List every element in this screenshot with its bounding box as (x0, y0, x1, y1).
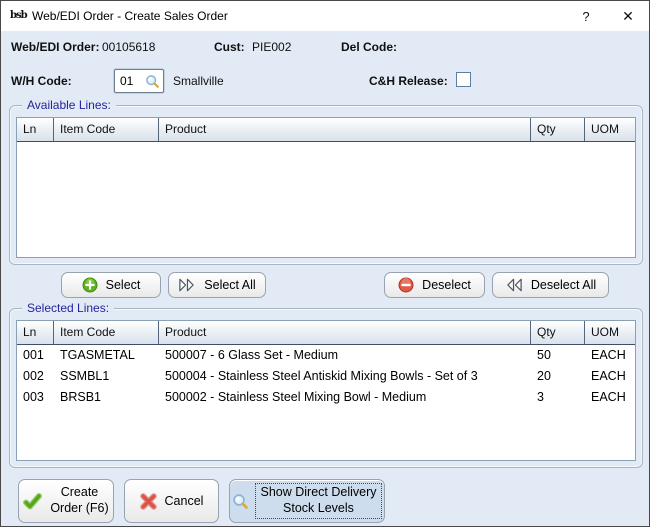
select-all-button[interactable]: Select All (168, 272, 266, 298)
cust-label: Cust: (214, 40, 245, 54)
column-header-qty[interactable]: Qty (531, 321, 585, 344)
column-header-item[interactable]: Item Code (54, 321, 159, 344)
column-header-qty[interactable]: Qty (531, 118, 585, 141)
cell-uom: EACH (585, 345, 635, 366)
cell-ln: 002 (17, 366, 54, 387)
cell-uom: EACH (585, 366, 635, 387)
column-header-ln[interactable]: Ln (17, 321, 54, 344)
table-row[interactable]: 003 BRSB1 500002 - Stainless Steel Mixin… (17, 387, 635, 408)
available-lines-grid: Ln Item Code Product Qty UOM (16, 117, 636, 258)
wh-code-value: 01 (115, 74, 145, 88)
column-header-product[interactable]: Product (159, 321, 531, 344)
column-header-product[interactable]: Product (159, 118, 531, 141)
available-grid-header: Ln Item Code Product Qty UOM (17, 118, 635, 142)
cell-item: SSMBL1 (54, 366, 159, 387)
wh-code-label: W/H Code: (11, 74, 72, 88)
ch-release-checkbox[interactable] (456, 72, 471, 87)
select-all-button-label: Select All (204, 278, 255, 292)
selected-lines-grid: Ln Item Code Product Qty UOM 001 TGASMET… (16, 320, 636, 461)
cell-qty: 20 (531, 366, 585, 387)
available-lines-group: Available Lines: Ln Item Code Product Qt… (9, 105, 643, 265)
deselect-all-button[interactable]: Deselect All (492, 272, 609, 298)
magnifier-icon (232, 493, 249, 510)
table-row[interactable]: 002 SSMBL1 500004 - Stainless Steel Anti… (17, 366, 635, 387)
double-chevron-left-icon (505, 278, 523, 292)
double-chevron-right-icon (178, 278, 196, 292)
deselect-all-button-label: Deselect All (531, 278, 596, 292)
cell-product: 500002 - Stainless Steel Mixing Bowl - M… (159, 387, 531, 408)
cell-ln: 003 (17, 387, 54, 408)
cell-ln: 001 (17, 345, 54, 366)
del-code-label: Del Code: (341, 40, 397, 54)
column-header-ln[interactable]: Ln (17, 118, 54, 141)
cancel-button-label: Cancel (165, 494, 204, 508)
app-icon: bsb (10, 8, 26, 24)
ch-release-label: C&H Release: (369, 74, 448, 88)
order-label: Web/EDI Order: (11, 40, 99, 54)
show-direct-delivery-label: Show Direct DeliveryStock Levels (255, 483, 381, 518)
column-header-item[interactable]: Item Code (54, 118, 159, 141)
cell-item: TGASMETAL (54, 345, 159, 366)
show-direct-delivery-button[interactable]: Show Direct DeliveryStock Levels (229, 479, 385, 523)
available-lines-title: Available Lines: (22, 98, 116, 112)
select-button-label: Select (106, 278, 141, 292)
order-value: 00105618 (102, 40, 155, 54)
select-button[interactable]: Select (61, 272, 161, 298)
warehouse-row: W/H Code: 01 Smallville C&H Release: (1, 69, 649, 95)
selected-lines-title: Selected Lines: (22, 301, 114, 315)
wh-name: Smallville (173, 74, 224, 88)
order-info-strip: Web/EDI Order: 00105618 Cust: PIE002 Del… (1, 34, 649, 60)
window-title: Web/EDI Order - Create Sales Order (32, 9, 228, 23)
table-row[interactable]: 001 TGASMETAL 500007 - 6 Glass Set - Med… (17, 345, 635, 366)
red-x-icon (140, 493, 157, 510)
selected-grid-header: Ln Item Code Product Qty UOM (17, 321, 635, 345)
cell-uom: EACH (585, 387, 635, 408)
cancel-button[interactable]: Cancel (124, 479, 219, 523)
cust-value: PIE002 (252, 40, 291, 54)
help-button[interactable]: ? (565, 1, 607, 31)
checkmark-icon (23, 493, 42, 510)
cell-qty: 50 (531, 345, 585, 366)
cell-product: 500004 - Stainless Steel Antiskid Mixing… (159, 366, 531, 387)
selected-lines-group: Selected Lines: Ln Item Code Product Qty… (9, 308, 643, 468)
lookup-magnifier-icon[interactable] (145, 74, 160, 89)
wh-code-input[interactable]: 01 (114, 69, 164, 93)
deselect-button[interactable]: Deselect (384, 272, 485, 298)
column-header-uom[interactable]: UOM (585, 321, 635, 344)
create-order-button[interactable]: CreateOrder (F6) (18, 479, 114, 523)
close-button[interactable]: ✕ (607, 1, 649, 31)
create-order-label: CreateOrder (F6) (50, 485, 108, 516)
column-header-uom[interactable]: UOM (585, 118, 635, 141)
cell-product: 500007 - 6 Glass Set - Medium (159, 345, 531, 366)
deselect-button-label: Deselect (422, 278, 471, 292)
plus-circle-icon (82, 277, 98, 293)
dialog-window: bsb Web/EDI Order - Create Sales Order ?… (0, 0, 650, 527)
titlebar[interactable]: bsb Web/EDI Order - Create Sales Order ?… (1, 1, 649, 31)
cell-item: BRSB1 (54, 387, 159, 408)
minus-circle-icon (398, 277, 414, 293)
cell-qty: 3 (531, 387, 585, 408)
